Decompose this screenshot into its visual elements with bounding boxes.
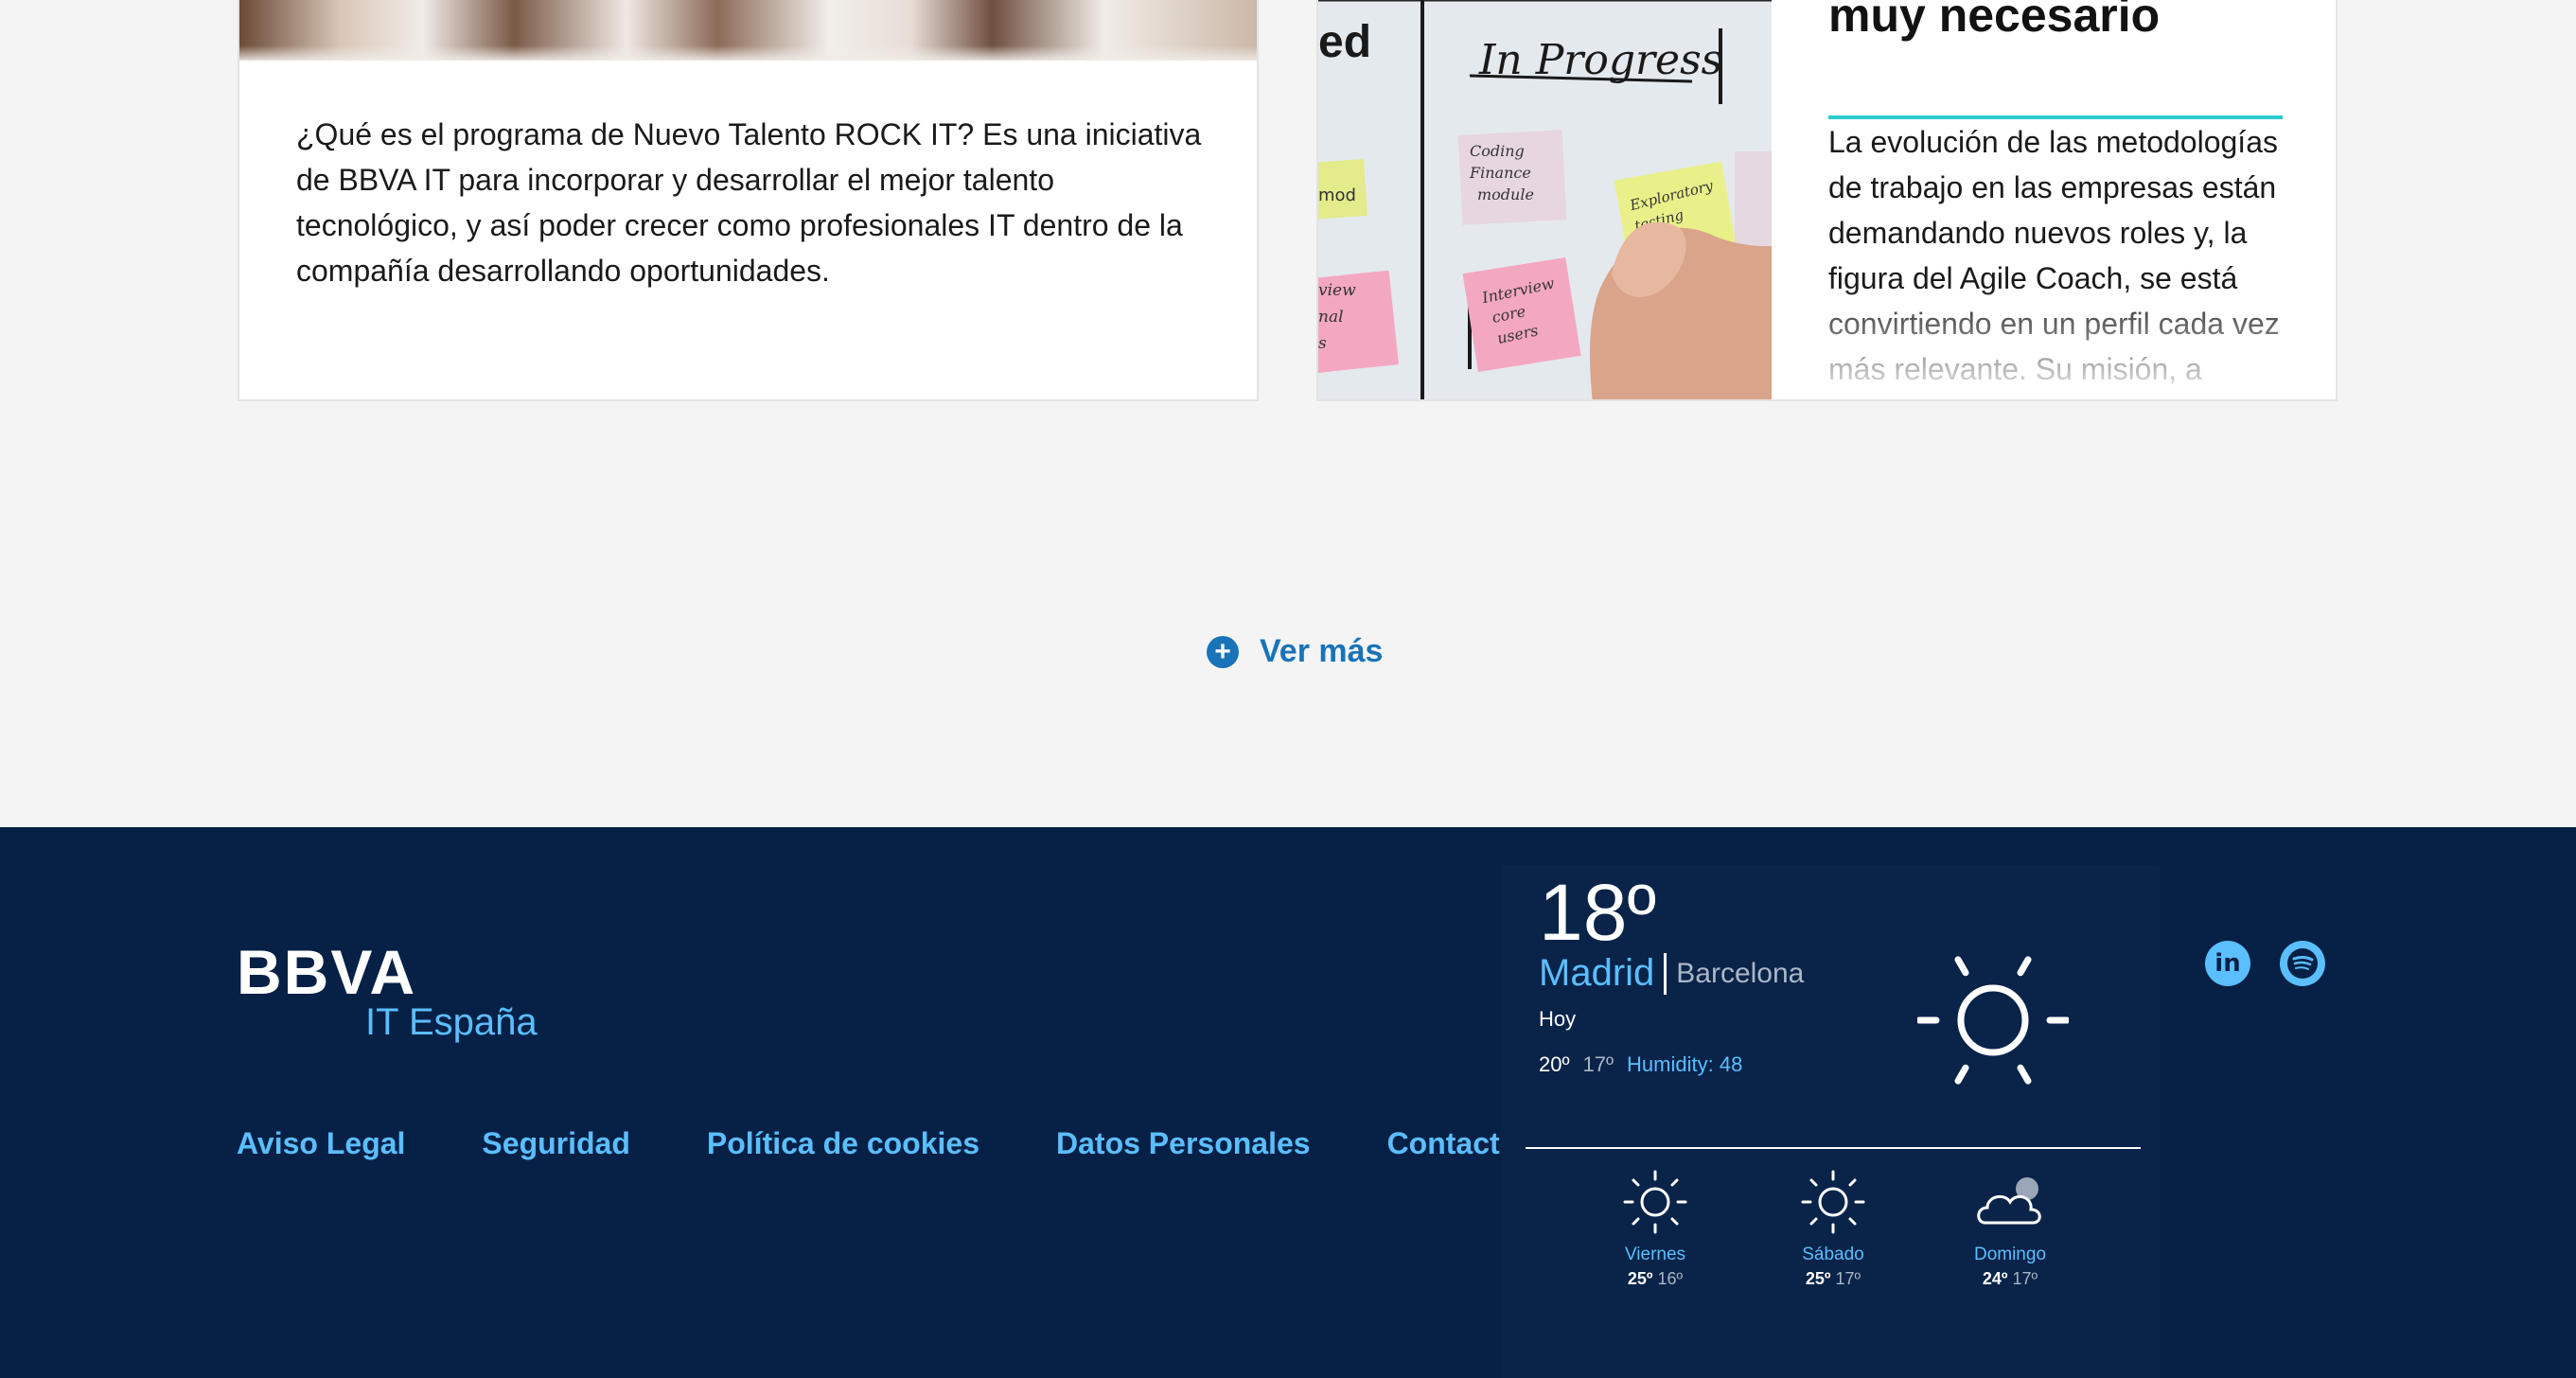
svg-text:module: module bbox=[1477, 186, 1534, 203]
excerpt-fade bbox=[1772, 286, 2336, 399]
link-aviso-legal[interactable]: Aviso Legal bbox=[237, 1126, 405, 1161]
forecast-temps: 25º 16º bbox=[1627, 1269, 1684, 1288]
link-datos-personales[interactable]: Datos Personales bbox=[1056, 1126, 1311, 1161]
articles-section: ¿Qué es el programa de Nuevo Talento ROC… bbox=[0, 0, 2576, 827]
linkedin-icon[interactable]: in bbox=[2205, 941, 2250, 986]
forecast-day: Sábado 25º 17º bbox=[1776, 1168, 1890, 1289]
board-fragment: ed bbox=[1318, 17, 1371, 67]
article-photo-kanban-board: ed In Progress mod Coding Finance module… bbox=[1318, 0, 1772, 399]
link-seguridad[interactable]: Seguridad bbox=[482, 1126, 629, 1161]
footer: BBVA IT España Aviso Legal Seguridad Pol… bbox=[0, 827, 2576, 1378]
note-mod: mod bbox=[1318, 186, 1356, 205]
article-title: muy necesario bbox=[1828, 0, 2161, 42]
forecast-day-name: Sábado bbox=[1802, 1245, 1864, 1264]
article-card-agile-coach[interactable]: ed In Progress mod Coding Finance module… bbox=[1316, 0, 2338, 401]
svg-text:Finance: Finance bbox=[1469, 164, 1531, 182]
bbva-it-logo[interactable]: BBVA IT España bbox=[237, 937, 538, 1043]
note-coding: Coding bbox=[1470, 142, 1525, 160]
current-temperature: 18º bbox=[1539, 868, 1657, 957]
plus-circle-icon: + bbox=[1207, 635, 1239, 668]
article-card-rock-it[interactable]: ¿Qué es el programa de Nuevo Talento ROC… bbox=[238, 0, 1259, 401]
svg-text:s: s bbox=[1318, 334, 1327, 353]
sun-icon bbox=[1623, 1170, 1687, 1234]
forecast-day-name: Viernes bbox=[1624, 1245, 1686, 1264]
link-politica-cookies[interactable]: Política de cookies bbox=[707, 1126, 979, 1161]
article-photo bbox=[239, 0, 1257, 61]
humidity: Humidity: 48 bbox=[1627, 1052, 1743, 1076]
city-separator bbox=[1664, 952, 1667, 995]
sun-icon bbox=[1801, 1170, 1865, 1234]
board-heading: In Progress bbox=[1478, 36, 1722, 84]
today-low: 17º bbox=[1582, 1052, 1614, 1076]
today-details: 20º 17º Humidity: 48 bbox=[1539, 1052, 1742, 1077]
svg-text:view: view bbox=[1318, 281, 1356, 300]
logo-subtitle: IT España bbox=[365, 1001, 538, 1043]
forecast-day-name: Domingo bbox=[1973, 1245, 2047, 1264]
cloud-icon bbox=[1977, 1177, 2041, 1225]
ver-mas-button[interactable]: + Ver más bbox=[1207, 633, 1383, 670]
page: ¿Qué es el programa de Nuevo Talento ROC… bbox=[0, 0, 2576, 1378]
sun-icon bbox=[1917, 956, 2069, 1085]
today-high: 20º bbox=[1539, 1052, 1570, 1076]
city-madrid[interactable]: Madrid bbox=[1539, 952, 1654, 995]
svg-text:nal: nal bbox=[1318, 308, 1344, 327]
ver-mas-label: Ver más bbox=[1260, 633, 1384, 669]
logo-brand: BBVA bbox=[237, 937, 417, 1007]
forecast-day: Domingo 24º 17º bbox=[1953, 1168, 2067, 1289]
city-barcelona[interactable]: Barcelona bbox=[1676, 958, 1804, 990]
link-contacto[interactable]: Contacto bbox=[1387, 1126, 1519, 1161]
footer-links: Aviso Legal Seguridad Política de cookie… bbox=[237, 1126, 1595, 1161]
spotify-icon[interactable] bbox=[2280, 941, 2325, 986]
today-label: Hoy bbox=[1539, 1007, 1577, 1031]
forecast-day: Viernes 25º 16º bbox=[1598, 1168, 1712, 1289]
city-selector: Madrid Barcelona bbox=[1539, 952, 1804, 995]
weather-widget: 18º Madrid Barcelona Hoy 20º 17º Humidit… bbox=[1501, 865, 2160, 1378]
forecast-temps: 25º 17º bbox=[1805, 1269, 1861, 1288]
article-excerpt: ¿Qué es el programa de Nuevo Talento ROC… bbox=[296, 117, 1202, 288]
forecast-temps: 24º 17º bbox=[1982, 1269, 2038, 1288]
spotify-glyph bbox=[2287, 948, 2318, 979]
weather-divider bbox=[1526, 1147, 2141, 1149]
